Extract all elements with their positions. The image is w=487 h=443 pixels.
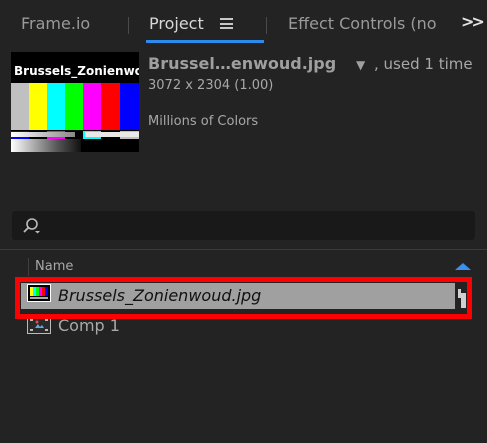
panel-menu-icon[interactable] <box>220 18 233 29</box>
thumbnail-title: Brussels_Zonienwo <box>14 64 139 78</box>
tab-separator <box>128 17 129 34</box>
footage-color-depth: Millions of Colors <box>148 114 259 129</box>
usage-count: , used 1 time <box>374 55 473 73</box>
sort-ascending-icon[interactable] <box>455 263 471 270</box>
panel-tab-bar: Frame.io Project Effect Controls (no >> <box>0 0 487 44</box>
search-icon[interactable] <box>22 217 40 235</box>
footage-thumbnail: Brussels_Zonienwo <box>11 52 139 152</box>
footage-dimensions: 3072 x 2304 (1.00) <box>148 78 274 93</box>
search-input[interactable] <box>12 211 475 240</box>
tab-project[interactable]: Project <box>149 14 204 33</box>
caret-down-icon[interactable]: ▼ <box>356 58 365 72</box>
red-highlight-box <box>15 277 472 319</box>
color-bar <box>47 83 65 130</box>
color-bar <box>65 83 83 130</box>
active-tab-indicator <box>146 40 264 43</box>
gray-ramp <box>11 132 75 137</box>
white-patch <box>85 132 139 137</box>
column-separator <box>28 258 29 276</box>
color-bar <box>83 83 101 130</box>
tab-frameio[interactable]: Frame.io <box>21 14 90 33</box>
column-header-name[interactable]: Name <box>35 259 73 274</box>
color-bar <box>11 83 29 130</box>
color-bar <box>101 83 120 130</box>
chevron-double-right-icon[interactable]: >> <box>461 12 485 31</box>
tab-separator <box>266 17 267 34</box>
scrollbar-handle[interactable] <box>458 289 466 308</box>
gray-scale <box>11 139 81 152</box>
tab-effect-controls[interactable]: Effect Controls (no <box>288 14 456 33</box>
color-bar <box>120 83 139 130</box>
footage-name: Brussel…enwoud.jpg <box>148 54 337 73</box>
panel-divider <box>0 249 487 250</box>
color-bar <box>29 83 47 130</box>
